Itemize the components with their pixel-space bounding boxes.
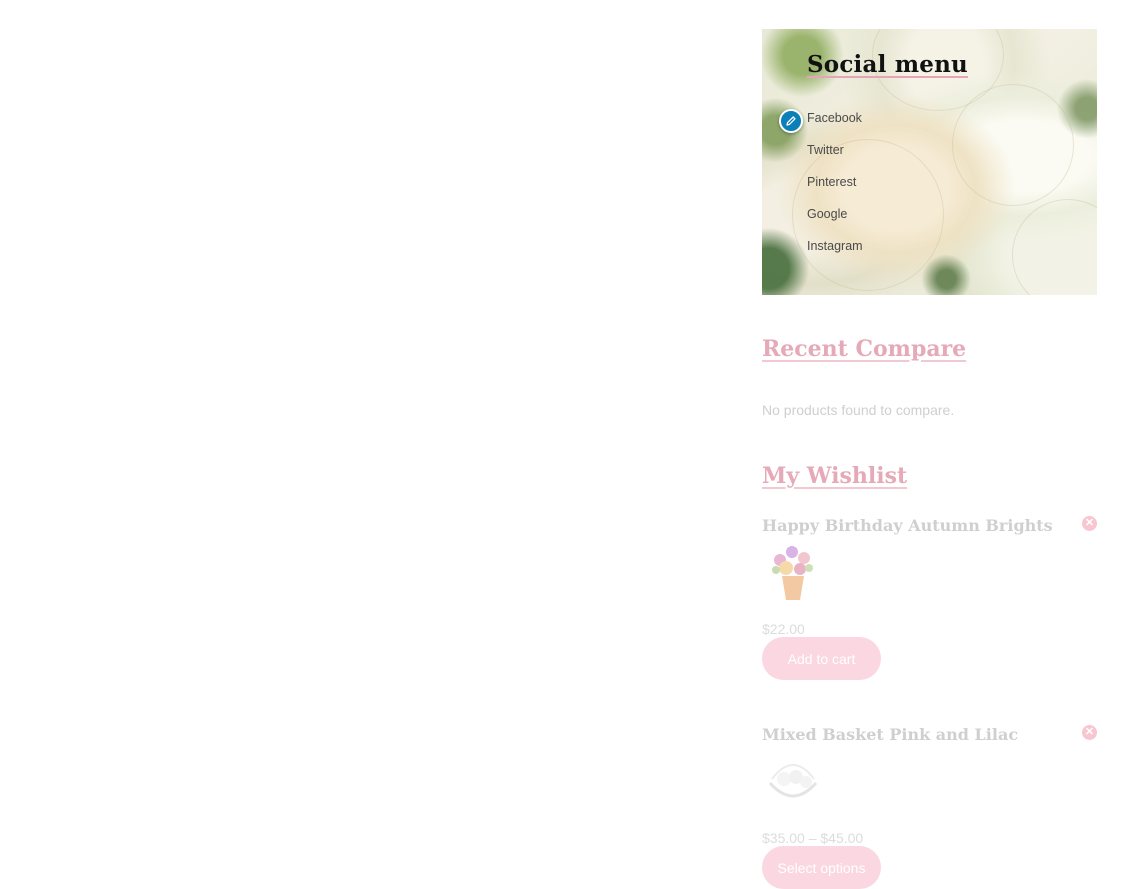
wishlist-item-name[interactable]: Happy Birthday Autumn Brights — [762, 516, 1053, 535]
social-link-google[interactable]: Google — [807, 207, 863, 239]
social-link-facebook[interactable]: Facebook — [807, 111, 863, 143]
compare-empty-message: No products found to compare. — [762, 402, 955, 418]
social-menu-title[interactable]: Social menu — [807, 51, 968, 78]
flower-decoration — [1012, 199, 1097, 295]
social-menu-list: Facebook Twitter Pinterest Google Instag… — [807, 111, 863, 271]
wishlist-title[interactable]: My Wishlist — [762, 463, 907, 489]
remove-icon[interactable]: ✕ — [1082, 725, 1097, 740]
product-thumbnail[interactable] — [762, 749, 824, 811]
pencil-glyph — [786, 116, 796, 126]
wishlist-item-price: $35.00 – $45.00 — [762, 830, 864, 846]
social-link-twitter[interactable]: Twitter — [807, 143, 863, 175]
wishlist-item-name[interactable]: Mixed Basket Pink and Lilac — [762, 725, 1018, 744]
select-options-button[interactable]: Select options — [762, 846, 881, 889]
pencil-icon[interactable] — [779, 109, 803, 133]
recent-compare-title[interactable]: Recent Compare — [762, 336, 966, 362]
product-thumbnail[interactable] — [762, 540, 824, 602]
wishlist-item-price: $22.00 — [762, 621, 805, 637]
social-link-pinterest[interactable]: Pinterest — [807, 175, 863, 207]
sidebar: Social menu Facebook Twitter Pinterest G… — [762, 0, 1097, 889]
social-menu-widget: Social menu Facebook Twitter Pinterest G… — [762, 29, 1097, 295]
remove-icon[interactable]: ✕ — [1082, 516, 1097, 531]
social-link-instagram[interactable]: Instagram — [807, 239, 863, 271]
add-to-cart-button[interactable]: Add to cart — [762, 637, 881, 680]
